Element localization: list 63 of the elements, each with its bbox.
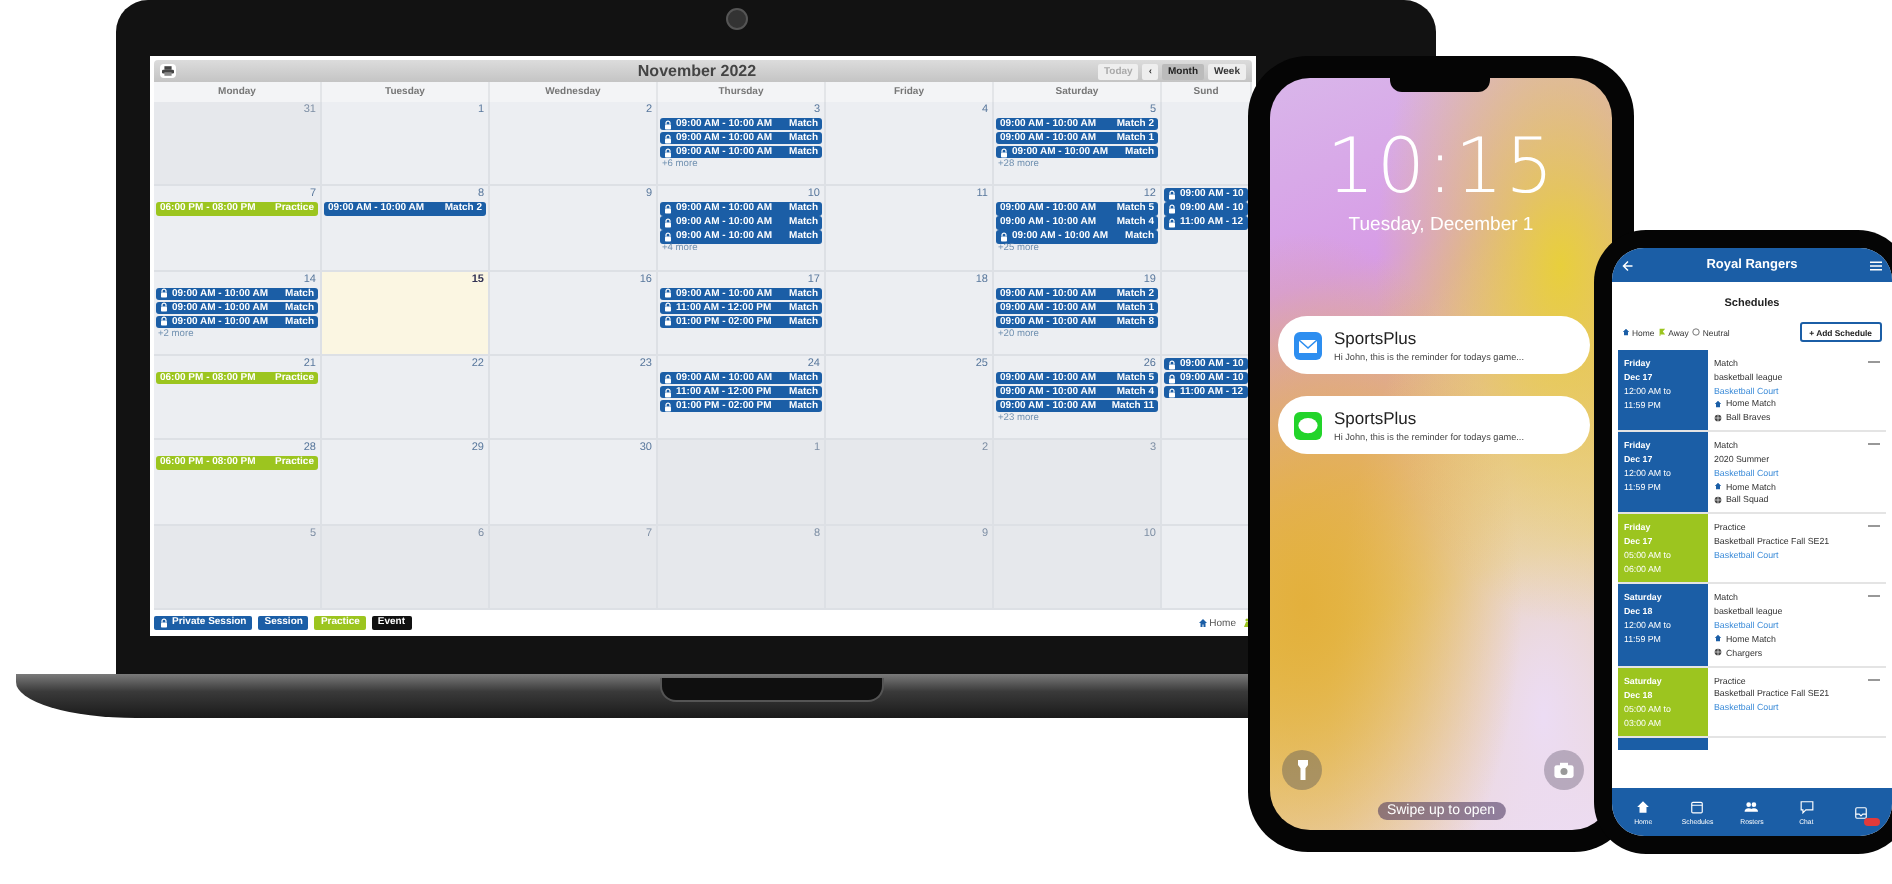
day-cell[interactable] — [1162, 102, 1252, 187]
day-cell[interactable] — [1162, 440, 1252, 526]
lock-icon — [1168, 204, 1176, 215]
back-arrow-icon[interactable] — [1622, 259, 1634, 271]
lock-icon — [1000, 147, 1008, 158]
home-icon — [1622, 328, 1630, 336]
lock-icon — [664, 302, 672, 313]
more-options-icon[interactable] — [1868, 677, 1880, 682]
camera-icon — [1554, 762, 1574, 778]
notification-app: SportsPlus — [1334, 328, 1419, 348]
lock-icon — [160, 316, 168, 327]
lock-icon — [160, 302, 168, 313]
circle-icon — [1692, 328, 1701, 336]
ball-icon — [1714, 413, 1722, 422]
notification-badge — [1864, 817, 1881, 825]
ball-icon — [1714, 648, 1722, 657]
notification-app: SportsPlus — [1334, 408, 1419, 428]
lock-icon — [664, 204, 672, 215]
lock-icon — [1168, 373, 1176, 384]
calendar-title: November 2022 — [635, 62, 759, 80]
people-icon — [1744, 799, 1759, 813]
phone-notch — [1390, 78, 1490, 92]
message-icon — [1294, 411, 1322, 439]
day-cell[interactable] — [1162, 271, 1252, 356]
home-icon — [1714, 634, 1722, 643]
lock-icon — [664, 232, 672, 243]
mail-icon — [1294, 331, 1322, 359]
lock-icon — [664, 119, 672, 130]
lock-icon — [664, 316, 672, 327]
tray-icon — [1853, 805, 1868, 819]
home-icon — [1197, 618, 1208, 628]
flag-icon — [1658, 328, 1667, 336]
flashlight-icon — [1297, 760, 1307, 780]
print-button[interactable] — [160, 64, 176, 78]
lock-icon — [1168, 359, 1176, 370]
home-icon — [1636, 799, 1651, 813]
calendar-icon — [1690, 799, 1705, 813]
day-cell[interactable] — [1162, 525, 1252, 610]
lock-icon — [664, 147, 672, 158]
lock-icon — [664, 133, 672, 144]
lock-icon — [160, 618, 168, 628]
lock-icon — [664, 288, 672, 299]
chat-bubble-icon — [1799, 799, 1814, 813]
ball-icon — [1714, 495, 1722, 504]
lock-icon — [1000, 232, 1008, 243]
more-options-icon[interactable] — [1868, 594, 1880, 599]
lock-icon — [664, 401, 672, 412]
lock-icon — [1168, 190, 1176, 201]
lock-icon — [664, 387, 672, 398]
lock-icon — [664, 218, 672, 229]
home-icon — [1714, 399, 1722, 408]
printer-icon — [162, 66, 174, 76]
more-options-icon[interactable] — [1868, 524, 1880, 529]
lock-icon — [160, 288, 168, 299]
menu-icon[interactable] — [1870, 259, 1882, 271]
lock-icon — [664, 373, 672, 384]
lock-date: Tuesday, December 1 — [1348, 214, 1534, 236]
flashlight-button[interactable] — [1282, 750, 1322, 790]
lock-icon — [1168, 387, 1176, 398]
camera-icon — [726, 8, 748, 30]
more-options-icon[interactable] — [1868, 442, 1880, 447]
home-icon — [1714, 482, 1722, 491]
lock-icon — [1168, 218, 1176, 229]
